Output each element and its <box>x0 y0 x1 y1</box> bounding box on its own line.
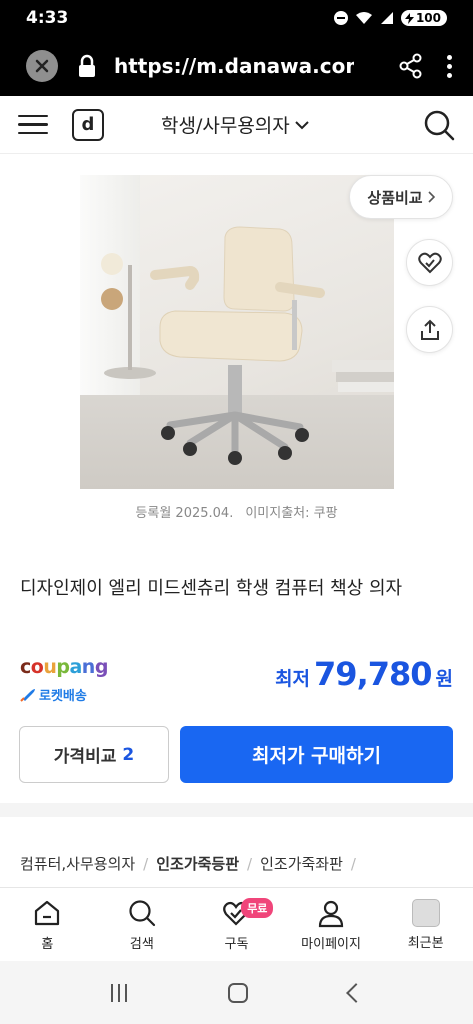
nav-search[interactable]: 검색 <box>95 888 190 961</box>
price-value: 79,780 <box>314 655 432 693</box>
nav-mypage-label: 마이페이지 <box>301 936 361 952</box>
browser-url-bar: https://m.danawa.com/p <box>0 36 473 96</box>
recents-button[interactable] <box>110 983 127 1002</box>
category-title: 학생/사무용의자 <box>161 115 290 137</box>
status-icons: 100 <box>333 10 447 26</box>
status-bar: 4:33 100 <box>0 0 473 36</box>
search-icon[interactable] <box>423 109 455 141</box>
coupang-logo: coupang <box>20 656 108 678</box>
section-divider <box>0 803 473 817</box>
color-option-cream[interactable] <box>101 253 123 275</box>
product-image[interactable] <box>80 175 394 489</box>
chevron-down-icon <box>295 120 309 129</box>
nav-subscribe[interactable]: 무료 구독 <box>189 888 284 961</box>
product-compare-label: 상품비교 <box>367 188 423 207</box>
home-icon <box>35 900 60 925</box>
product-compare-button[interactable]: 상품비교 <box>349 175 453 219</box>
breadcrumb-separator: / <box>143 854 149 873</box>
site-header: d 학생/사무용의자 <box>0 96 473 154</box>
back-button[interactable] <box>345 982 366 1003</box>
price-compare-label: 가격비교 <box>53 747 117 767</box>
buy-lowest-button[interactable]: 최저가 구매하기 <box>180 726 453 783</box>
nav-home[interactable]: 홈 <box>0 888 95 961</box>
battery-level: 100 <box>415 11 441 25</box>
chevron-right-icon <box>428 191 435 203</box>
free-badge: 무료 <box>241 898 274 918</box>
person-icon <box>318 900 344 927</box>
danawa-logo[interactable]: d <box>72 108 104 141</box>
search-icon <box>129 899 155 926</box>
price-label: 최저 <box>275 668 311 690</box>
price-unit: 원 <box>435 668 453 690</box>
price-compare-button[interactable]: 가격비교 2 <box>19 726 169 783</box>
lowest-price: 최저 79,780 원 <box>275 655 453 693</box>
rocket-delivery-badge: 로켓배송 <box>20 685 87 704</box>
status-time: 4:33 <box>26 8 69 28</box>
lock-icon <box>79 54 95 77</box>
heart-check-icon <box>417 252 442 273</box>
home-button[interactable] <box>227 982 248 1003</box>
close-icon <box>35 59 49 73</box>
price-compare-count: 2 <box>122 744 135 765</box>
breadcrumb-item[interactable]: 컴퓨터,사무용의자 <box>20 853 135 874</box>
category-breadcrumb: 컴퓨터,사무용의자 / 인조가죽등판 / 인조가죽좌판 / <box>20 853 364 874</box>
menu-icon[interactable] <box>18 114 48 135</box>
upload-share-icon <box>420 319 439 340</box>
wifi-icon <box>355 12 372 24</box>
signal-icon <box>380 12 393 24</box>
product-name: 디자인제이 엘리 미드센츄리 학생 컴퓨터 책상 의자 <box>20 578 403 599</box>
dnd-icon <box>333 11 348 25</box>
rocket-delivery-label: 로켓배송 <box>39 689 87 704</box>
nav-home-label: 홈 <box>41 936 54 952</box>
bottom-nav: 홈 검색 무료 구독 마이페이지 최근본 <box>0 887 473 961</box>
category-dropdown[interactable]: 학생/사무용의자 <box>161 111 310 138</box>
recent-thumbnail <box>411 898 440 927</box>
nav-subscribe-label: 구독 <box>224 936 249 952</box>
nav-mypage[interactable]: 마이페이지 <box>284 888 379 961</box>
battery-indicator: 100 <box>400 10 447 26</box>
system-nav-bar <box>0 961 473 1024</box>
url-text[interactable]: https://m.danawa.com/p <box>114 54 354 78</box>
more-menu-icon[interactable] <box>447 54 453 78</box>
image-source: 이미지출처: 쿠팡 <box>245 506 338 521</box>
breadcrumb-item[interactable]: 인조가죽등판 <box>156 853 239 874</box>
battery-bolt-icon <box>404 12 414 24</box>
close-tab-button[interactable] <box>26 50 58 82</box>
image-caption: 등록월 2025.04. 이미지출처: 쿠팡 <box>0 502 473 521</box>
color-option-brown[interactable] <box>101 288 123 310</box>
chair-illustration <box>104 226 394 465</box>
rocket-icon <box>20 688 35 702</box>
share-button[interactable] <box>406 306 453 353</box>
share-icon[interactable] <box>397 52 425 80</box>
breadcrumb-item[interactable]: 인조가죽좌판 <box>260 853 343 874</box>
buy-lowest-label: 최저가 구매하기 <box>252 745 381 767</box>
breadcrumb-separator: / <box>350 854 356 873</box>
wishlist-button[interactable] <box>406 239 453 286</box>
nav-recent[interactable]: 최근본 <box>378 888 473 961</box>
breadcrumb-separator: / <box>247 854 253 873</box>
registered-date: 등록월 2025.04. <box>135 506 234 521</box>
nav-recent-label: 최근본 <box>407 935 444 951</box>
nav-search-label: 검색 <box>129 936 154 952</box>
